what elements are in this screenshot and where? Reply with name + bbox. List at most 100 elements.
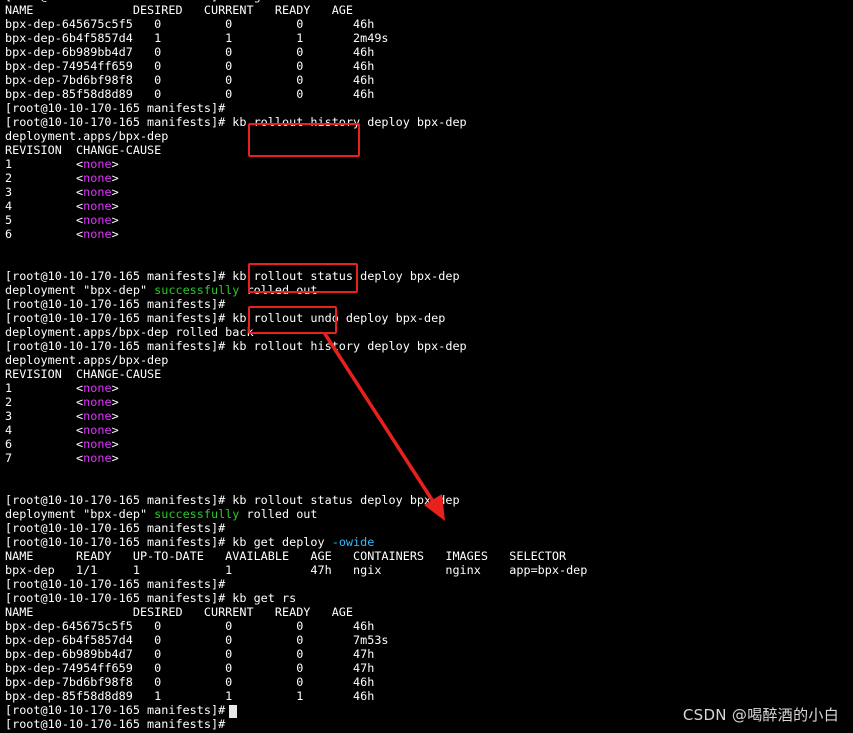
terminal-text-segment: [root@10-10-170-165 manifests]# kb rollo… — [5, 493, 460, 507]
terminal-text-segment: bpx-dep-7bd6bf98f8 0 0 0 46h — [5, 675, 375, 689]
terminal-text-segment: NAME READY UP-TO-DATE AVAILABLE AGE CONT… — [5, 549, 567, 563]
terminal-text-segment: 3 — [5, 409, 77, 423]
terminal-line: 2 <none> — [5, 171, 853, 185]
terminal-text-segment: bpx-dep-85f58d8d89 0 0 0 46h — [5, 87, 375, 101]
terminal-text-segment: [root@10-10-170-165 manifests]# — [5, 521, 226, 535]
terminal-text-segment: > — [111, 213, 119, 227]
terminal-line: bpx-dep-6b4f5857d4 1 1 1 2m49s — [5, 31, 853, 45]
terminal-line: bpx-dep-6b989bb4d7 0 0 0 47h — [5, 647, 853, 661]
terminal-text-segment: 5 — [5, 213, 77, 227]
terminal-line: deployment.apps/bpx-dep — [5, 353, 853, 367]
terminal-text-segment: none — [83, 437, 112, 451]
terminal-text-segment: bpx-dep-74954ff659 0 0 0 46h — [5, 59, 375, 73]
terminal-line: NAME READY UP-TO-DATE AVAILABLE AGE CONT… — [5, 549, 853, 563]
terminal-text-segment: bpx-dep-74954ff659 0 0 0 47h — [5, 661, 375, 675]
terminal-text-segment: 1 — [5, 381, 77, 395]
terminal-text-segment: bpx-dep-6b4f5857d4 1 1 1 2m49s — [5, 31, 389, 45]
terminal-text-segment: bpx-dep-645675c5f5 0 0 0 46h — [5, 17, 375, 31]
terminal-line: 1 <none> — [5, 381, 853, 395]
terminal-text-segment: 4 — [5, 199, 77, 213]
terminal-text-segment: > — [111, 437, 119, 451]
terminal-line: [root@10-10-170-165 manifests]# — [5, 521, 853, 535]
terminal-text-segment: > — [111, 381, 119, 395]
terminal-text-segment: NAME DESIRED CURRENT READY AGE — [5, 3, 354, 17]
terminal-text-segment: deployment.apps/bpx-dep — [5, 353, 169, 367]
terminal-line: bpx-dep-85f58d8d89 0 0 0 46h — [5, 87, 853, 101]
terminal-text-segment: [root@10-10-170-165 manifests]# kb get d… — [5, 535, 332, 549]
terminal-text-segment: bpx-dep 1/1 1 1 47h ngix nginx app=bpx-d… — [5, 563, 588, 577]
terminal-text-segment: successfully — [154, 507, 240, 521]
terminal-text-segment: bpx-dep-7bd6bf98f8 0 0 0 46h — [5, 73, 375, 87]
terminal-text-segment: none — [83, 381, 112, 395]
terminal-line: bpx-dep-7bd6bf98f8 0 0 0 46h — [5, 73, 853, 87]
terminal-text-segment: none — [83, 171, 112, 185]
terminal-text-segment: deployment "bpx-dep" — [5, 507, 155, 521]
terminal-line: 3 <none> — [5, 409, 853, 423]
terminal-text-segment: > — [111, 409, 119, 423]
terminal-line: [root@10-10-170-165 manifests]# — [5, 101, 853, 115]
terminal-text-segment: > — [111, 185, 119, 199]
terminal-text-segment: none — [83, 213, 112, 227]
terminal-text-segment: none — [83, 157, 112, 171]
terminal-text-segment: 3 — [5, 185, 77, 199]
terminal-text-segment: none — [83, 423, 112, 437]
terminal-text-segment: [root@10-10-170-165 manifests]# — [5, 703, 226, 717]
terminal-text-segment: deployment.apps/bpx-dep — [5, 129, 169, 143]
terminal-text-segment: 6 — [5, 437, 77, 451]
terminal-line: 6 <none> — [5, 437, 853, 451]
terminal-line: [root@10-10-170-165 manifests]# kb rollo… — [5, 311, 853, 325]
terminal-text-segment: none — [83, 199, 112, 213]
terminal-line: 5 <none> — [5, 213, 853, 227]
terminal-line: 3 <none> — [5, 185, 853, 199]
terminal-text-segment: deployment.apps/bpx-dep rolled back — [5, 325, 254, 339]
terminal-line: [root@10-10-170-165 manifests]# kb rollo… — [5, 339, 853, 353]
terminal-text-segment: 6 — [5, 227, 77, 241]
terminal-output: [root@10-10-170-165 manifests]# kb get r… — [5, 0, 853, 731]
terminal-line: bpx-dep-7bd6bf98f8 0 0 0 46h — [5, 675, 853, 689]
terminal-text-segment: 2 — [5, 171, 77, 185]
terminal-line: deployment "bpx-dep" successfully rolled… — [5, 283, 853, 297]
terminal-line: bpx-dep-645675c5f5 0 0 0 46h — [5, 17, 853, 31]
terminal-text-segment: > — [111, 227, 119, 241]
terminal-line: bpx-dep-74954ff659 0 0 0 46h — [5, 59, 853, 73]
terminal-line: [root@10-10-170-165 manifests]# — [5, 577, 853, 591]
terminal-line: 1 <none> — [5, 157, 853, 171]
terminal-line: bpx-dep-6b4f5857d4 0 0 0 7m53s — [5, 633, 853, 647]
terminal-line: 7 <none> — [5, 451, 853, 465]
terminal-line: deployment.apps/bpx-dep — [5, 129, 853, 143]
terminal-line: bpx-dep 1/1 1 1 47h ngix nginx app=bpx-d… — [5, 563, 853, 577]
terminal-text-segment: none — [83, 395, 112, 409]
terminal-text-segment: REVISION CHANGE-CAUSE — [5, 143, 162, 157]
terminal-text-segment: > — [111, 157, 119, 171]
terminal-line: 6 <none> — [5, 227, 853, 241]
terminal-line: 2 <none> — [5, 395, 853, 409]
terminal-line: bpx-dep-645675c5f5 0 0 0 46h — [5, 619, 853, 633]
terminal-text-segment: [root@10-10-170-165 manifests]# kb get r… — [5, 591, 297, 605]
terminal-text-segment: 7 — [5, 451, 77, 465]
terminal-text-segment: bpx-dep-6b989bb4d7 0 0 0 47h — [5, 647, 375, 661]
terminal-text-segment: [root@10-10-170-165 manifests]# kb rollo… — [5, 339, 467, 353]
terminal-line: bpx-dep-74954ff659 0 0 0 47h — [5, 661, 853, 675]
terminal-line: deployment "bpx-dep" successfully rolled… — [5, 507, 853, 521]
terminal-text-segment: none — [83, 451, 112, 465]
terminal-line: NAME DESIRED CURRENT READY AGE — [5, 605, 853, 619]
terminal-text-segment: > — [111, 395, 119, 409]
terminal-text-segment: REVISION CHANGE-CAUSE — [5, 367, 162, 381]
terminal-line: bpx-dep-85f58d8d89 1 1 1 46h — [5, 689, 853, 703]
terminal-line: [root@10-10-170-165 manifests]# kb get r… — [5, 591, 853, 605]
terminal-line: [root@10-10-170-165 manifests]# kb rollo… — [5, 493, 853, 507]
terminal-text-segment: -owide — [331, 535, 375, 549]
terminal-text-segment: 1 — [5, 157, 77, 171]
terminal-text-segment: [root@10-10-170-165 manifests]# — [5, 101, 226, 115]
terminal-text-segment: none — [83, 409, 112, 423]
terminal-text-segment: none — [83, 185, 112, 199]
terminal-line: 4 <none> — [5, 199, 853, 213]
terminal-text-segment: bpx-dep-85f58d8d89 1 1 1 46h — [5, 689, 375, 703]
watermark: CSDN @喝醉酒的小白 — [682, 706, 839, 724]
terminal-text-segment: none — [83, 227, 112, 241]
terminal-text-segment: bpx-dep-6b989bb4d7 0 0 0 46h — [5, 45, 375, 59]
terminal-line: REVISION CHANGE-CAUSE — [5, 143, 853, 157]
